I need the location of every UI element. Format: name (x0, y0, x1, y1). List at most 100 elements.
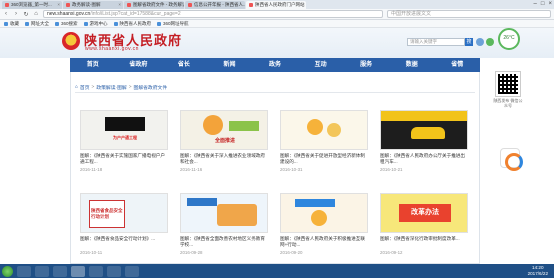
article-thumbnail[interactable] (280, 110, 368, 150)
taskbar-app-chat-icon[interactable] (125, 265, 139, 277)
close-icon[interactable]: × (57, 1, 62, 9)
refresh-icon[interactable]: ↻ (23, 11, 29, 18)
article-caption[interactable]: 图解：《陕西省人民政府办公厅关于推进出租汽车... (380, 153, 468, 166)
thumb-shape (307, 119, 323, 135)
article-card[interactable]: 图解：《陕西省关于促进开放型经济新体制建设的... 2016-10-31 (280, 110, 368, 172)
taskbar-app-word-icon[interactable] (89, 265, 103, 277)
start-button[interactable] (2, 265, 13, 277)
url-path: /info/iList.jsp?cat_id=17588&cur_page=2 (90, 11, 181, 17)
article-thumbnail[interactable] (180, 193, 268, 233)
article-card[interactable]: 陕西省食品安全 行动计划 图解：《陕西省食品安全行动计划》... 2016-10-… (80, 193, 168, 255)
close-icon[interactable]: × (118, 1, 123, 9)
nav-item-service[interactable]: 服务 (343, 58, 389, 72)
taskbar-app-folder-icon[interactable] (107, 265, 121, 277)
article-card[interactable]: 改革办法 图解：《陕西省深化行政审批制度改革... 2016-09-12 (380, 193, 468, 255)
article-card[interactable]: 图解：《陕西省人民政府办公厅关于推进出租汽车... 2016-10-21 (380, 110, 468, 172)
article-caption[interactable]: 图解：《陕西省深化行政审批制度改革... (380, 236, 468, 249)
nav-item-province[interactable]: 省情 (435, 58, 481, 72)
article-thumbnail[interactable] (280, 193, 368, 233)
url-input[interactable]: new.shaanxi.gov.cn/info/iList.jsp?cat_id… (43, 10, 383, 18)
bookmark-item[interactable]: 360网址导航 (157, 21, 189, 27)
weibo-icon[interactable] (476, 38, 484, 46)
article-caption[interactable]: 图解：《陕西省全面改善农村地区义务教育学校... (180, 236, 268, 249)
taskbar-clock[interactable]: 14:20 2017/6/22 (528, 265, 548, 277)
nav-item-data[interactable]: 数据 (389, 58, 435, 72)
taskbar-app-ie-icon[interactable] (17, 265, 31, 277)
browser-tab-active[interactable]: 陕西省人民政府门户网站× (246, 1, 306, 9)
nav-item-home[interactable]: 首页 (70, 58, 116, 72)
weather-widget[interactable]: 26°C (498, 28, 520, 50)
tab-favicon-icon (249, 3, 253, 7)
tab-favicon-icon (66, 3, 70, 7)
thumb-shape (381, 111, 467, 121)
divider (75, 92, 475, 93)
taskbar-app-player-icon[interactable] (53, 265, 67, 277)
bookmark-item[interactable]: 收藏 (4, 21, 19, 27)
taskbar-app-explorer-icon[interactable] (35, 265, 49, 277)
clock-date: 2017/6/22 (527, 271, 548, 276)
bookmark-item[interactable]: 网址大全 (25, 21, 49, 27)
maximize-icon[interactable]: □ (541, 0, 545, 8)
article-date: 2016-10-11 (80, 250, 103, 255)
article-caption[interactable]: 图解：《陕西省关于促进开放型经济新体制建设的... (280, 153, 368, 166)
article-thumbnail[interactable] (380, 110, 468, 150)
article-card[interactable]: 为户户通工程 图解：《陕西省关于实施国家广播电视户户通工程... 2016-11… (80, 110, 168, 172)
thumb-shape (311, 210, 327, 226)
browser-tab[interactable]: 图解省政府文件 - 政务解读× (124, 1, 184, 9)
article-caption[interactable]: 图解：《陕西省关于实施国家广播电视户户通工程... (80, 153, 168, 166)
minimize-icon[interactable]: – (534, 0, 537, 8)
article-thumbnail[interactable]: 改革办法 (380, 193, 468, 233)
thumb-text: 为户户通工程 (113, 135, 137, 140)
article-date: 2016-11-18 (80, 167, 103, 172)
browser-search-input[interactable]: 中国开放进展文文 (387, 10, 551, 18)
address-bar: ‹ › ↻ ⌂ new.shaanxi.gov.cn/info/iList.js… (0, 9, 554, 20)
article-date: 2016-10-21 (380, 167, 403, 172)
url-domain: new.shaanxi.gov.cn (47, 11, 91, 17)
thumb-text: 改革办法 (399, 204, 451, 222)
browser-tab[interactable]: 政务解读-图解 × (63, 1, 123, 9)
tab-label: 图解省政府文件 - 政务解读 (133, 2, 184, 7)
app-download-icon[interactable] (500, 148, 523, 171)
browser-tab[interactable]: 360浏览器_第一时... × (2, 1, 62, 9)
home-icon: ⌂ (75, 85, 78, 90)
article-caption[interactable]: 图解：《陕西省人民政府关于积极推进互联网+行动... (280, 236, 368, 249)
nav-item-government[interactable]: 省政府 (116, 58, 162, 72)
site-search-input[interactable]: 请输入关键字 (407, 38, 465, 46)
nav-item-interaction[interactable]: 互动 (298, 58, 344, 72)
nav-item-news[interactable]: 新闻 (207, 58, 253, 72)
article-date: 2016-09-28 (180, 250, 203, 255)
article-thumbnail[interactable]: 为户户通工程 (80, 110, 168, 150)
article-caption[interactable]: 图解：《陕西省食品安全行动计划》... (80, 236, 168, 249)
taxi-icon (411, 127, 445, 139)
bookmark-item[interactable]: 360搜索 (55, 21, 78, 27)
article-card[interactable]: 图解：《陕西省人民政府关于积极推进互联网+行动... 2016-09-20 (280, 193, 368, 255)
article-thumbnail[interactable]: 陕西省食品安全 行动计划 (80, 193, 168, 233)
site-search-button[interactable]: 搜 (465, 38, 473, 46)
thumb-shape (105, 117, 145, 131)
close-window-icon[interactable]: × (548, 0, 552, 8)
bookmark-label: 360搜索 (61, 20, 78, 26)
thumb-shape (217, 204, 257, 226)
tab-label: 信息公开年报 - 陕西省人... (194, 2, 245, 7)
bookmark-item[interactable]: 陕西省人民政府 (113, 21, 151, 27)
bookmark-item[interactable]: 游戏中心 (83, 21, 108, 27)
browser-tab[interactable]: 信息公开年报 - 陕西省人...× (185, 1, 245, 9)
thumb-shape (327, 123, 341, 137)
article-thumbnail[interactable]: 全面推进 (180, 110, 268, 150)
breadcrumb-link[interactable]: 政策解读·图解 (96, 84, 126, 91)
wechat-icon[interactable] (486, 38, 494, 46)
nav-item-governor[interactable]: 省长 (161, 58, 207, 72)
forward-icon[interactable]: › (13, 11, 19, 17)
article-caption[interactable]: 图解：《陕西省关于深入推进农业领域政府和社会... (180, 153, 268, 166)
nav-item-affairs[interactable]: 政务 (252, 58, 298, 72)
thumb-text: 陕西省食品安全 行动计划 (91, 208, 123, 220)
taskbar-app-browser-icon[interactable] (71, 265, 85, 277)
article-card[interactable]: 全面推进 图解：《陕西省关于深入推进农业领域政府和社会... 2016-11-1… (180, 110, 268, 172)
article-card[interactable]: 图解：《陕西省全面改善农村地区义务教育学校... 2016-09-28 (180, 193, 268, 255)
breadcrumb-link[interactable]: 图解省政府文件 (134, 84, 168, 91)
home-icon[interactable]: ⌂ (33, 11, 39, 17)
back-icon[interactable]: ‹ (3, 11, 9, 17)
breadcrumb-link[interactable]: 首页 (80, 84, 90, 91)
bookmark-icon (83, 21, 88, 26)
browser-tab-strip: 360浏览器_第一时...× 政务解读-图解× 图解省政府文件 - 政务解读× … (0, 0, 554, 9)
